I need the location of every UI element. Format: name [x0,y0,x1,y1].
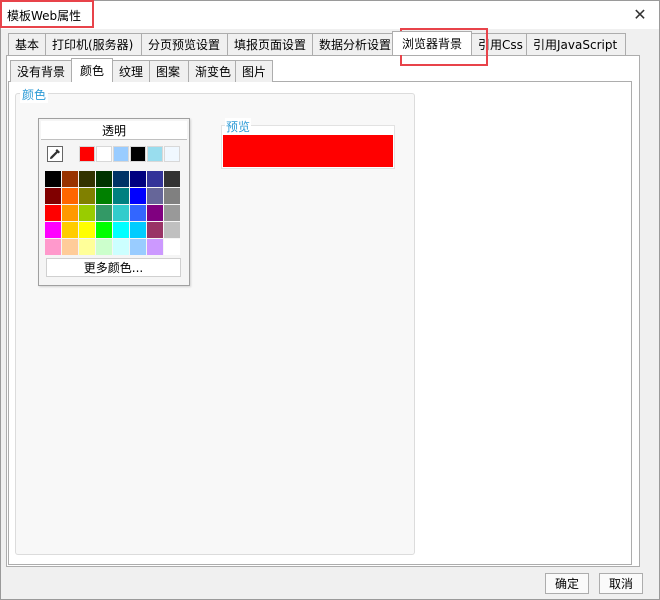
palette-color-swatch[interactable] [130,222,146,238]
cancel-button[interactable]: 取消 [599,573,643,594]
palette-color-swatch[interactable] [96,188,112,204]
tab-page-preview[interactable]: 分页预览设置 [141,33,228,55]
palette-color-swatch[interactable] [62,222,78,238]
recent-color-swatch[interactable] [113,146,129,162]
recent-color-swatch[interactable] [130,146,146,162]
tab-fill-page[interactable]: 填报页面设置 [227,33,313,55]
palette-color-swatch[interactable] [113,188,129,204]
tab-printer[interactable]: 打印机(服务器) [45,33,142,55]
more-colors-button[interactable]: 更多颜色... [46,258,181,277]
title-bar: 模板Web属性 ✕ [1,1,659,29]
palette-color-swatch[interactable] [96,171,112,187]
palette-color-swatch[interactable] [147,188,163,204]
palette-color-swatch[interactable] [147,171,163,187]
subtab-no-background[interactable]: 没有背景 [10,60,72,82]
palette-color-swatch[interactable] [45,239,61,255]
palette-color-swatch[interactable] [62,171,78,187]
palette-color-swatch[interactable] [164,239,180,255]
palette-color-swatch[interactable] [164,188,180,204]
palette-color-swatch[interactable] [147,222,163,238]
palette-color-swatch[interactable] [45,222,61,238]
subtab-color[interactable]: 颜色 [71,58,113,82]
palette-color-swatch[interactable] [45,188,61,204]
palette-color-swatch[interactable] [79,239,95,255]
palette-color-swatch[interactable] [130,239,146,255]
ok-button[interactable]: 确定 [545,573,589,594]
tab-javascript[interactable]: 引用JavaScript [526,33,626,55]
palette-color-swatch[interactable] [45,171,61,187]
palette-color-swatch[interactable] [79,205,95,221]
eyedropper-icon[interactable] [47,146,63,162]
tab-basic[interactable]: 基本 [8,33,46,55]
palette-color-swatch[interactable] [113,239,129,255]
sub-tab-bar: 没有背景 颜色 纹理 图案 渐变色 图片 [10,58,273,82]
palette-color-swatch[interactable] [62,188,78,204]
palette-color-swatch[interactable] [96,222,112,238]
recent-color-swatch[interactable] [147,146,163,162]
preview-color-swatch [223,135,393,167]
color-grid [45,171,180,255]
palette-color-swatch[interactable] [164,171,180,187]
palette-color-swatch[interactable] [147,239,163,255]
main-tab-bar: 基本 打印机(服务器) 分页预览设置 填报页面设置 数据分析设置 浏览器背景 引… [8,31,626,55]
palette-color-swatch[interactable] [113,205,129,221]
palette-color-swatch[interactable] [130,171,146,187]
subtab-gradient[interactable]: 渐变色 [188,60,236,82]
palette-color-swatch[interactable] [96,205,112,221]
subtab-texture[interactable]: 纹理 [112,60,150,82]
palette-color-swatch[interactable] [164,205,180,221]
recent-color-swatch[interactable] [164,146,180,162]
palette-color-swatch[interactable] [96,239,112,255]
palette-color-swatch[interactable] [147,205,163,221]
palette-color-swatch[interactable] [113,222,129,238]
palette-color-swatch[interactable] [130,188,146,204]
palette-color-swatch[interactable] [113,171,129,187]
palette-color-swatch[interactable] [164,222,180,238]
recent-colors-row [79,146,181,162]
palette-color-swatch[interactable] [45,205,61,221]
tab-data-analysis[interactable]: 数据分析设置 [312,33,393,55]
palette-color-swatch[interactable] [79,188,95,204]
palette-color-swatch[interactable] [79,222,95,238]
palette-color-swatch[interactable] [79,171,95,187]
subtab-image[interactable]: 图片 [235,60,273,82]
transparent-button[interactable]: 透明 [41,121,187,140]
preview-label: 预览 [225,118,252,135]
subtab-pattern[interactable]: 图案 [149,60,189,82]
palette-color-swatch[interactable] [62,239,78,255]
close-icon[interactable]: ✕ [625,3,655,25]
tab-browser-background[interactable]: 浏览器背景 [392,31,472,55]
recent-color-swatch[interactable] [79,146,95,162]
palette-color-swatch[interactable] [130,205,146,221]
palette-color-swatch[interactable] [62,205,78,221]
color-palette: 透明 更多颜色... [38,118,190,286]
color-group-label: 颜色 [20,86,49,103]
title-highlight-box [0,0,94,28]
recent-color-swatch[interactable] [96,146,112,162]
